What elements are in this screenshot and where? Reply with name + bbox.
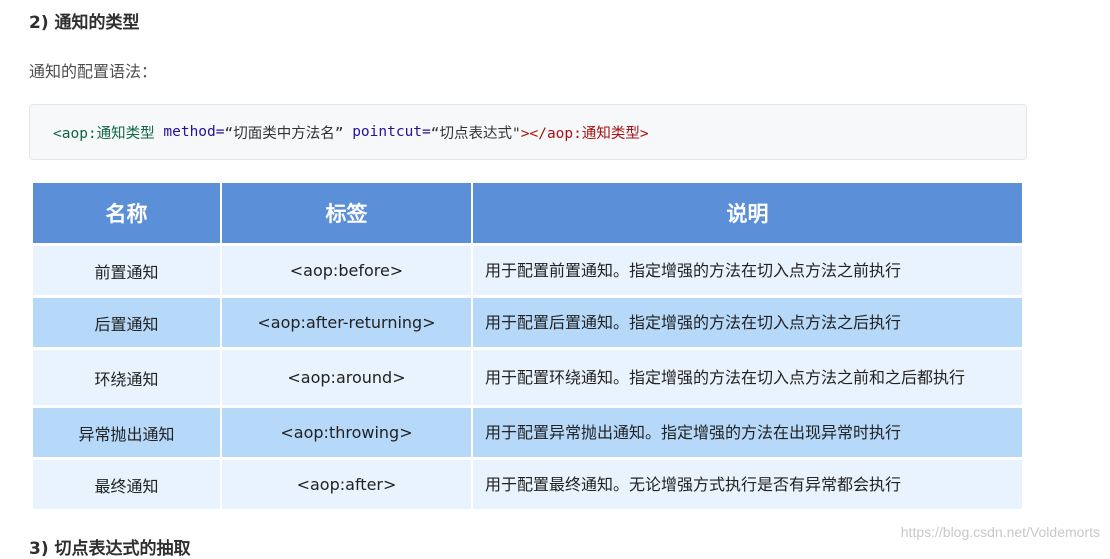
table-header-name: 名称 <box>33 183 222 246</box>
table-row: 异常抛出通知 <aop:throwing> 用于配置异常抛出通知。指定增强的方法… <box>33 408 1022 460</box>
table-cell-name: 前置通知 <box>33 246 222 298</box>
table-cell-name: 环绕通知 <box>33 350 222 408</box>
table-header-row: 名称 标签 说明 <box>33 183 1022 246</box>
intro-paragraph: 通知的配置语法： <box>29 62 158 81</box>
table-row: 后置通知 <aop:after-returning> 用于配置后置通知。指定增强… <box>33 298 1022 350</box>
table-cell-name: 最终通知 <box>33 460 222 512</box>
code-open-tag: <aop:通知类型 <box>53 125 155 142</box>
table-cell-tag: <aop:throwing> <box>222 408 473 460</box>
table-cell-tag: <aop:after-returning> <box>222 298 473 350</box>
code-close-tag: ></aop:通知类型> <box>520 125 649 142</box>
code-attr-pointcut: pointcut= <box>343 124 431 140</box>
table-cell-description: 用于配置异常抛出通知。指定增强的方法在出现异常时执行 <box>473 408 1022 460</box>
table-row: 环绕通知 <aop:around> 用于配置环绕通知。指定增强的方法在切入点方法… <box>33 350 1022 408</box>
table-cell-tag: <aop:after> <box>222 460 473 512</box>
table-cell-name: 后置通知 <box>33 298 222 350</box>
table-row: 前置通知 <aop:before> 用于配置前置通知。指定增强的方法在切入点方法… <box>33 246 1022 298</box>
section-heading-notification-types: 2) 通知的类型 <box>29 13 140 33</box>
notification-types-table: 名称 标签 说明 前置通知 <aop:before> 用于配置前置通知。指定增强… <box>33 183 1022 512</box>
table-cell-description: 用于配置最终通知。无论增强方式执行是否有异常都会执行 <box>473 460 1022 512</box>
code-value-pointcut: “切点表达式" <box>430 125 521 142</box>
watermark: https://blog.csdn.net/Voldemorts <box>900 524 1100 540</box>
table-cell-description: 用于配置前置通知。指定增强的方法在切入点方法之前执行 <box>473 246 1022 298</box>
table-cell-description: 用于配置后置通知。指定增强的方法在切入点方法之后执行 <box>473 298 1022 350</box>
table-cell-description: 用于配置环绕通知。指定增强的方法在切入点方法之前和之后都执行 <box>473 350 1022 408</box>
table-cell-tag: <aop:before> <box>222 246 473 298</box>
table-header-tag: 标签 <box>222 183 473 246</box>
table-row: 最终通知 <aop:after> 用于配置最终通知。无论增强方式执行是否有异常都… <box>33 460 1022 512</box>
code-value-method: “切面类中方法名” <box>224 125 344 142</box>
table-cell-tag: <aop:around> <box>222 350 473 408</box>
code-attr-method: method= <box>154 124 225 140</box>
code-block: <aop:通知类型 method= “切面类中方法名” pointcut= “切点表… <box>29 104 1027 160</box>
table-header-description: 说明 <box>473 183 1022 246</box>
table-cell-name: 异常抛出通知 <box>33 408 222 460</box>
section-heading-pointcut-extraction: 3) 切点表达式的抽取 <box>29 539 191 559</box>
